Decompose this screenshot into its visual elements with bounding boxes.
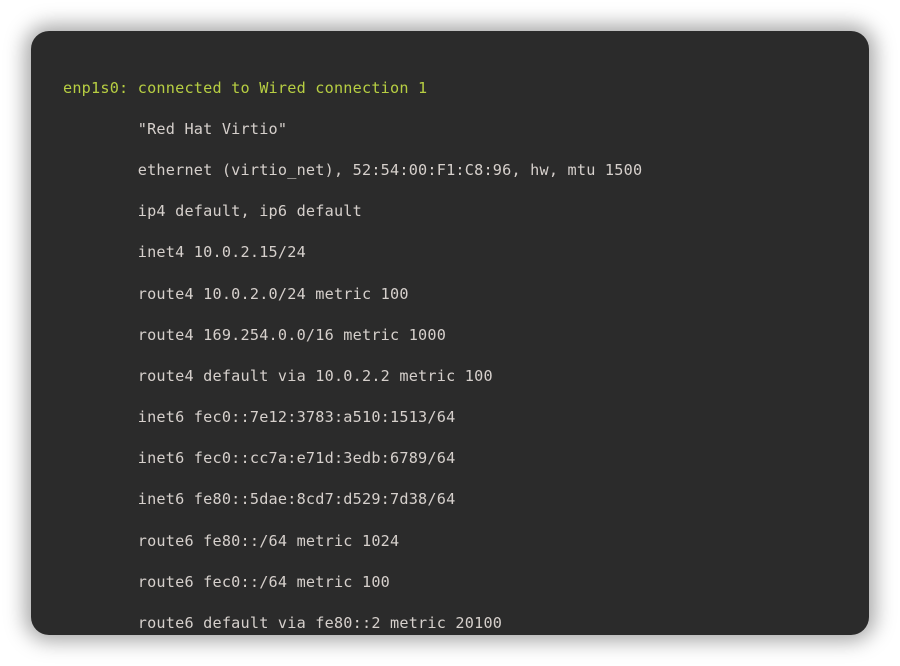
terminal-window[interactable]: enp1s0: connected to Wired connection 1 … [31,31,869,635]
iface-line: route4 default via 10.0.2.2 metric 100 [63,366,837,387]
iface-line: route4 10.0.2.0/24 metric 100 [63,284,837,305]
iface-status: connected to Wired connection 1 [128,79,427,97]
iface-header: enp1s0: connected to Wired connection 1 [63,78,837,99]
iface-line: route4 169.254.0.0/16 metric 1000 [63,325,837,346]
terminal-output: enp1s0: connected to Wired connection 1 … [63,57,837,635]
iface-line: inet4 10.0.2.15/24 [63,242,837,263]
iface-line: "Red Hat Virtio" [63,119,837,140]
iface-line: ethernet (virtio_net), 52:54:00:F1:C8:96… [63,160,837,181]
iface-line: inet6 fec0::cc7a:e71d:3edb:6789/64 [63,448,837,469]
iface-name: enp1s0: [63,79,128,97]
iface-line: inet6 fec0::7e12:3783:a510:1513/64 [63,407,837,428]
iface-line: inet6 fe80::5dae:8cd7:d529:7d38/64 [63,489,837,510]
iface-line: route6 fe80::/64 metric 1024 [63,531,837,552]
iface-line: route6 fec0::/64 metric 100 [63,572,837,593]
iface-line: route6 default via fe80::2 metric 20100 [63,613,837,634]
iface-line: ip4 default, ip6 default [63,201,837,222]
